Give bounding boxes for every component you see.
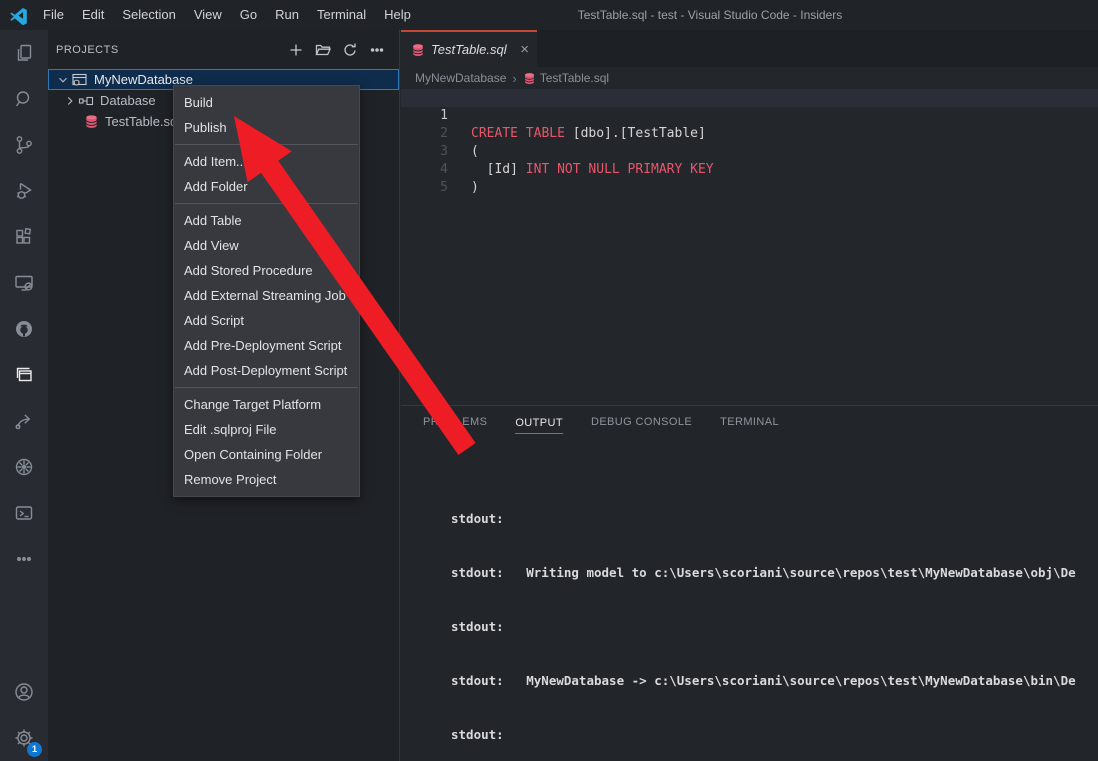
source-control-icon[interactable] — [0, 122, 48, 168]
tab-bar: TestTable.sql × — [401, 30, 1098, 67]
add-project-icon[interactable] — [288, 42, 304, 58]
chevron-down-icon[interactable] — [55, 73, 71, 87]
more-views-icon[interactable] — [0, 536, 48, 582]
github-icon[interactable] — [0, 306, 48, 352]
remote-explorer-icon[interactable] — [0, 260, 48, 306]
close-icon[interactable]: × — [520, 41, 529, 58]
menu-edit[interactable]: Edit — [73, 0, 113, 30]
menu-separator — [175, 144, 358, 145]
settings-gear-icon[interactable]: 1 — [0, 715, 48, 761]
search-icon[interactable] — [0, 76, 48, 122]
sidebar-title: PROJECTS — [56, 44, 288, 56]
menu-item-add-stored-procedure[interactable]: Add Stored Procedure — [174, 258, 359, 283]
activity-bar-spacer — [0, 582, 48, 669]
menu-item-build[interactable]: Build — [174, 90, 359, 115]
code-line: 5 — [401, 161, 1098, 179]
tab-testtable-sql[interactable]: TestTable.sql × — [401, 30, 537, 67]
code-line: 1 CREATE TABLE [dbo].[TestTable] — [401, 89, 1098, 107]
breadcrumb-separator: › — [512, 71, 516, 86]
editor-group: TestTable.sql × MyNewDatabase › TestTabl… — [401, 30, 1098, 761]
more-actions-icon[interactable] — [369, 42, 385, 58]
menu-item-edit-sqlproj-file[interactable]: Edit .sqlproj File — [174, 417, 359, 442]
tab-problems[interactable]: PROBLEMS — [423, 416, 487, 434]
breadcrumb-project[interactable]: MyNewDatabase — [415, 71, 506, 85]
database-file-icon — [411, 43, 425, 57]
bottom-panel: PROBLEMS OUTPUT DEBUG CONSOLE TERMINAL s… — [401, 405, 1098, 761]
menu-run[interactable]: Run — [266, 0, 308, 30]
menu-item-change-target-platform[interactable]: Change Target Platform — [174, 392, 359, 417]
output-line: stdout: — [451, 726, 1098, 744]
tab-debug-console[interactable]: DEBUG CONSOLE — [591, 416, 692, 434]
menu-item-add-pre-deployment-script[interactable]: Add Pre-Deployment Script — [174, 333, 359, 358]
powershell-icon[interactable] — [0, 490, 48, 536]
menu-file[interactable]: File — [34, 0, 73, 30]
panel-header: PROBLEMS OUTPUT DEBUG CONSOLE TERMINAL — [401, 406, 1098, 434]
tab-terminal[interactable]: TERMINAL — [720, 416, 779, 434]
vscode-window: File Edit Selection View Go Run Terminal… — [0, 0, 1098, 761]
explorer-icon[interactable] — [0, 30, 48, 76]
open-project-icon[interactable] — [315, 42, 331, 58]
menu-item-add-post-deployment-script[interactable]: Add Post-Deployment Script — [174, 358, 359, 383]
references-icon — [78, 93, 94, 109]
refresh-icon[interactable] — [342, 42, 358, 58]
project-context-menu: Build Publish Add Item... Add Folder Add… — [173, 85, 360, 497]
menu-item-remove-project[interactable]: Remove Project — [174, 467, 359, 492]
tab-output[interactable]: OUTPUT — [515, 417, 563, 435]
output-partial-line: stdout: — [451, 470, 1098, 474]
menu-item-add-view[interactable]: Add View — [174, 233, 359, 258]
tree-item-label: TestTable.sql — [105, 114, 180, 129]
menu-separator — [175, 387, 358, 388]
menu-view[interactable]: View — [185, 0, 231, 30]
extensions-icon[interactable] — [0, 214, 48, 260]
menu-go[interactable]: Go — [231, 0, 266, 30]
run-debug-icon[interactable] — [0, 168, 48, 214]
menu-item-add-table[interactable]: Add Table — [174, 208, 359, 233]
menu-bar: File Edit Selection View Go Run Terminal… — [34, 0, 420, 30]
share-icon[interactable] — [0, 398, 48, 444]
menu-terminal[interactable]: Terminal — [308, 0, 375, 30]
database-projects-icon[interactable] — [0, 352, 48, 398]
menu-separator — [175, 203, 358, 204]
breadcrumb: MyNewDatabase › TestTable.sql — [401, 67, 1098, 89]
output-line: stdout: — [451, 618, 1098, 636]
menu-item-open-containing-folder[interactable]: Open Containing Folder — [174, 442, 359, 467]
database-file-icon — [84, 114, 99, 129]
code-line: 2 ( — [401, 107, 1098, 125]
sidebar-actions — [288, 42, 385, 58]
menu-item-publish[interactable]: Publish — [174, 115, 359, 140]
title-bar: File Edit Selection View Go Run Terminal… — [0, 0, 1098, 30]
menu-help[interactable]: Help — [375, 0, 420, 30]
code-line: 4 ) — [401, 143, 1098, 161]
menu-selection[interactable]: Selection — [113, 0, 184, 30]
kubernetes-icon[interactable] — [0, 444, 48, 490]
sidebar-header: PROJECTS — [48, 30, 399, 69]
tree-item-label: Database — [100, 93, 156, 108]
tab-label: TestTable.sql — [431, 42, 516, 57]
settings-badge: 1 — [27, 742, 42, 757]
line-number: 5 — [401, 179, 448, 197]
code-editor[interactable]: 1 CREATE TABLE [dbo].[TestTable] 2 ( 3 [… — [401, 89, 1098, 405]
account-icon[interactable] — [0, 669, 48, 715]
database-project-icon — [71, 72, 88, 88]
menu-item-add-folder[interactable]: Add Folder — [174, 174, 359, 199]
database-file-icon — [523, 72, 536, 85]
window-title: TestTable.sql - test - Visual Studio Cod… — [420, 0, 1000, 30]
output-line: stdout: MyNewDatabase -> c:\Users\scoria… — [451, 672, 1098, 690]
breadcrumb-file[interactable]: TestTable.sql — [523, 71, 609, 85]
chevron-right-icon[interactable] — [62, 94, 78, 108]
code-line: 3 [Id] INT NOT NULL PRIMARY KEY — [401, 125, 1098, 143]
breadcrumb-file-label: TestTable.sql — [540, 71, 609, 85]
output-line: stdout: Writing model to c:\Users\scoria… — [451, 564, 1098, 582]
output-line: stdout: — [451, 510, 1098, 528]
menu-item-add-script[interactable]: Add Script — [174, 308, 359, 333]
menu-item-add-external-streaming-job[interactable]: Add External Streaming Job — [174, 283, 359, 308]
menu-item-add-item[interactable]: Add Item... — [174, 149, 359, 174]
vscode-insiders-logo-icon — [9, 6, 28, 25]
output-console[interactable]: stdout: stdout: stdout: Writing model to… — [401, 434, 1098, 761]
activity-bar: 1 — [0, 30, 48, 761]
